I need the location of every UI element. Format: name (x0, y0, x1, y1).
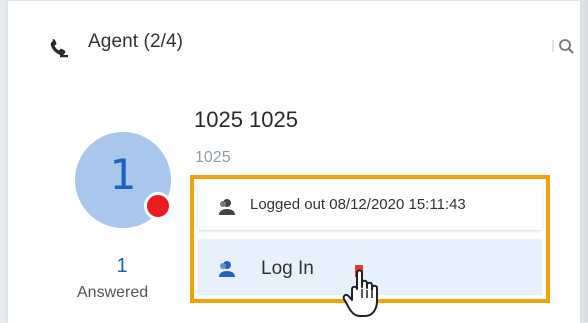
agent-status-icon (219, 199, 235, 215)
page-edge (580, 0, 588, 322)
page-title: Agent (2/4) (88, 31, 184, 52)
status-dot (144, 192, 172, 220)
status-item: Logged out 08/12/2020 15:11:43 (198, 184, 542, 230)
agent-extension: 1025 (195, 149, 231, 166)
phone-icon (50, 39, 68, 58)
agent-name: 1025 1025 (194, 107, 298, 132)
answered-label: Answered (77, 284, 149, 301)
hand-cursor-icon (342, 269, 378, 317)
status-text: Logged out 08/12/2020 15:11:43 (250, 196, 466, 213)
agent-panel: Agent (2/4) 1025 1025 1025 1 1 Answered … (8, 0, 580, 323)
agent-login-icon (219, 261, 235, 277)
login-label: Log In (261, 258, 314, 279)
answered-count: 1 (116, 255, 128, 277)
panel-header: Agent (2/4) (8, 1, 580, 93)
search-icon[interactable] (551, 36, 579, 56)
